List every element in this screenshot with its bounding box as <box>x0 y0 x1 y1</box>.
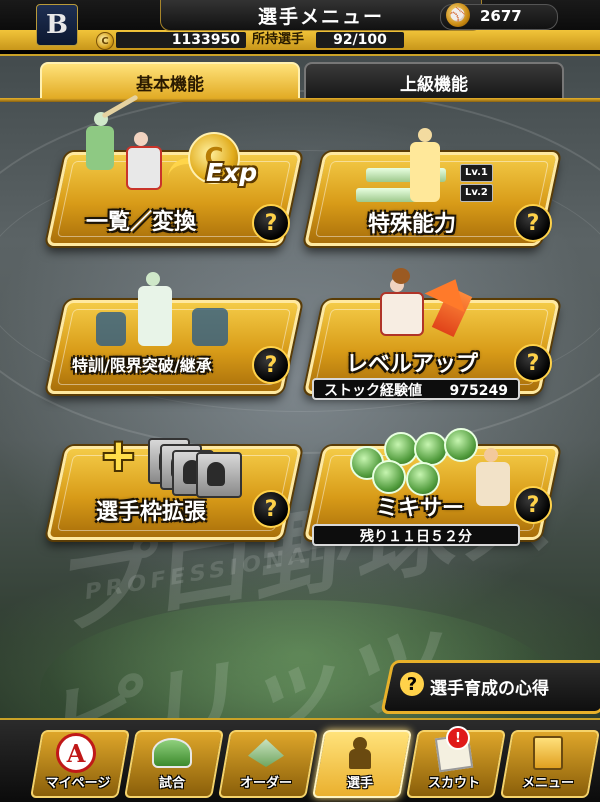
stock-exp-box: ストック経験値 975249 <box>312 378 520 400</box>
stadium-icon <box>152 736 192 770</box>
player-card-icon <box>196 452 242 498</box>
list-exchange-label: 一覧／変換 <box>86 210 197 235</box>
mixer-help-button[interactable]: ? <box>514 486 552 524</box>
exp-label: Exp <box>206 158 258 187</box>
title-plate: 選手メニュー <box>160 0 482 31</box>
mixer-remaining-box: 残り１１日５２分 <box>312 524 520 546</box>
tab-divider <box>0 98 600 102</box>
nav-mypage-label: マイページ <box>45 776 111 791</box>
nav-order-label: オーダー <box>239 776 292 791</box>
team-logo[interactable]: B <box>36 4 78 46</box>
level-up-label: レベルアップ <box>346 352 479 377</box>
training-help-button[interactable]: ? <box>252 346 290 384</box>
players-label: 所持選手 <box>252 32 305 47</box>
page-title: 選手メニュー <box>257 5 384 28</box>
scout-alert-badge: ! <box>446 726 470 750</box>
stock-exp-label: ストック経験値 <box>324 383 422 399</box>
nav-scout-label: スカウト <box>427 776 480 791</box>
nav-menu-label: メニュー <box>521 776 574 791</box>
ball-icon <box>414 432 448 466</box>
stock-exp-value: 975249 <box>449 383 508 399</box>
nav-game-label: 試合 <box>158 776 185 791</box>
tab-advanced[interactable]: 上級機能 <box>304 62 564 100</box>
ball-icon <box>372 460 406 494</box>
slot-expand-help-button[interactable]: ? <box>252 490 290 528</box>
slot-expand-label: 選手枠拡張 <box>96 500 207 525</box>
gold-ball-icon: ⚾ <box>446 3 470 27</box>
mixer-label: ミキサー <box>376 496 465 521</box>
plus-icon: + <box>100 430 137 481</box>
mixer-remaining-time: 残り１１日５２分 <box>360 529 472 545</box>
training-label: 特訓/限界突破/継承 <box>72 356 212 375</box>
order-icon <box>246 736 286 770</box>
ball-icon <box>444 428 478 462</box>
mypage-icon: A <box>56 733 96 773</box>
player-icon <box>340 736 380 770</box>
gold-value: 2677 <box>480 7 522 25</box>
list-exchange-help-button[interactable]: ? <box>252 204 290 242</box>
special-ability-label: 特殊能力 <box>368 212 457 237</box>
money-value: 1133950 <box>171 32 240 48</box>
nav-player-label: 選手 <box>346 776 373 791</box>
training-tips-label: 選手育成の心得 <box>430 679 549 699</box>
level-up-help-button[interactable]: ? <box>514 344 552 382</box>
lv2-tag: Lv.2 <box>460 184 493 202</box>
menu-icon <box>528 736 568 770</box>
special-ability-help-button[interactable]: ? <box>514 204 552 242</box>
players-value: 92/100 <box>333 32 387 48</box>
tab-basic[interactable]: 基本機能 <box>40 62 300 100</box>
lv1-tag: Lv.1 <box>460 164 493 182</box>
tips-help-icon: ? <box>400 672 424 696</box>
coin-icon: C <box>96 32 114 50</box>
